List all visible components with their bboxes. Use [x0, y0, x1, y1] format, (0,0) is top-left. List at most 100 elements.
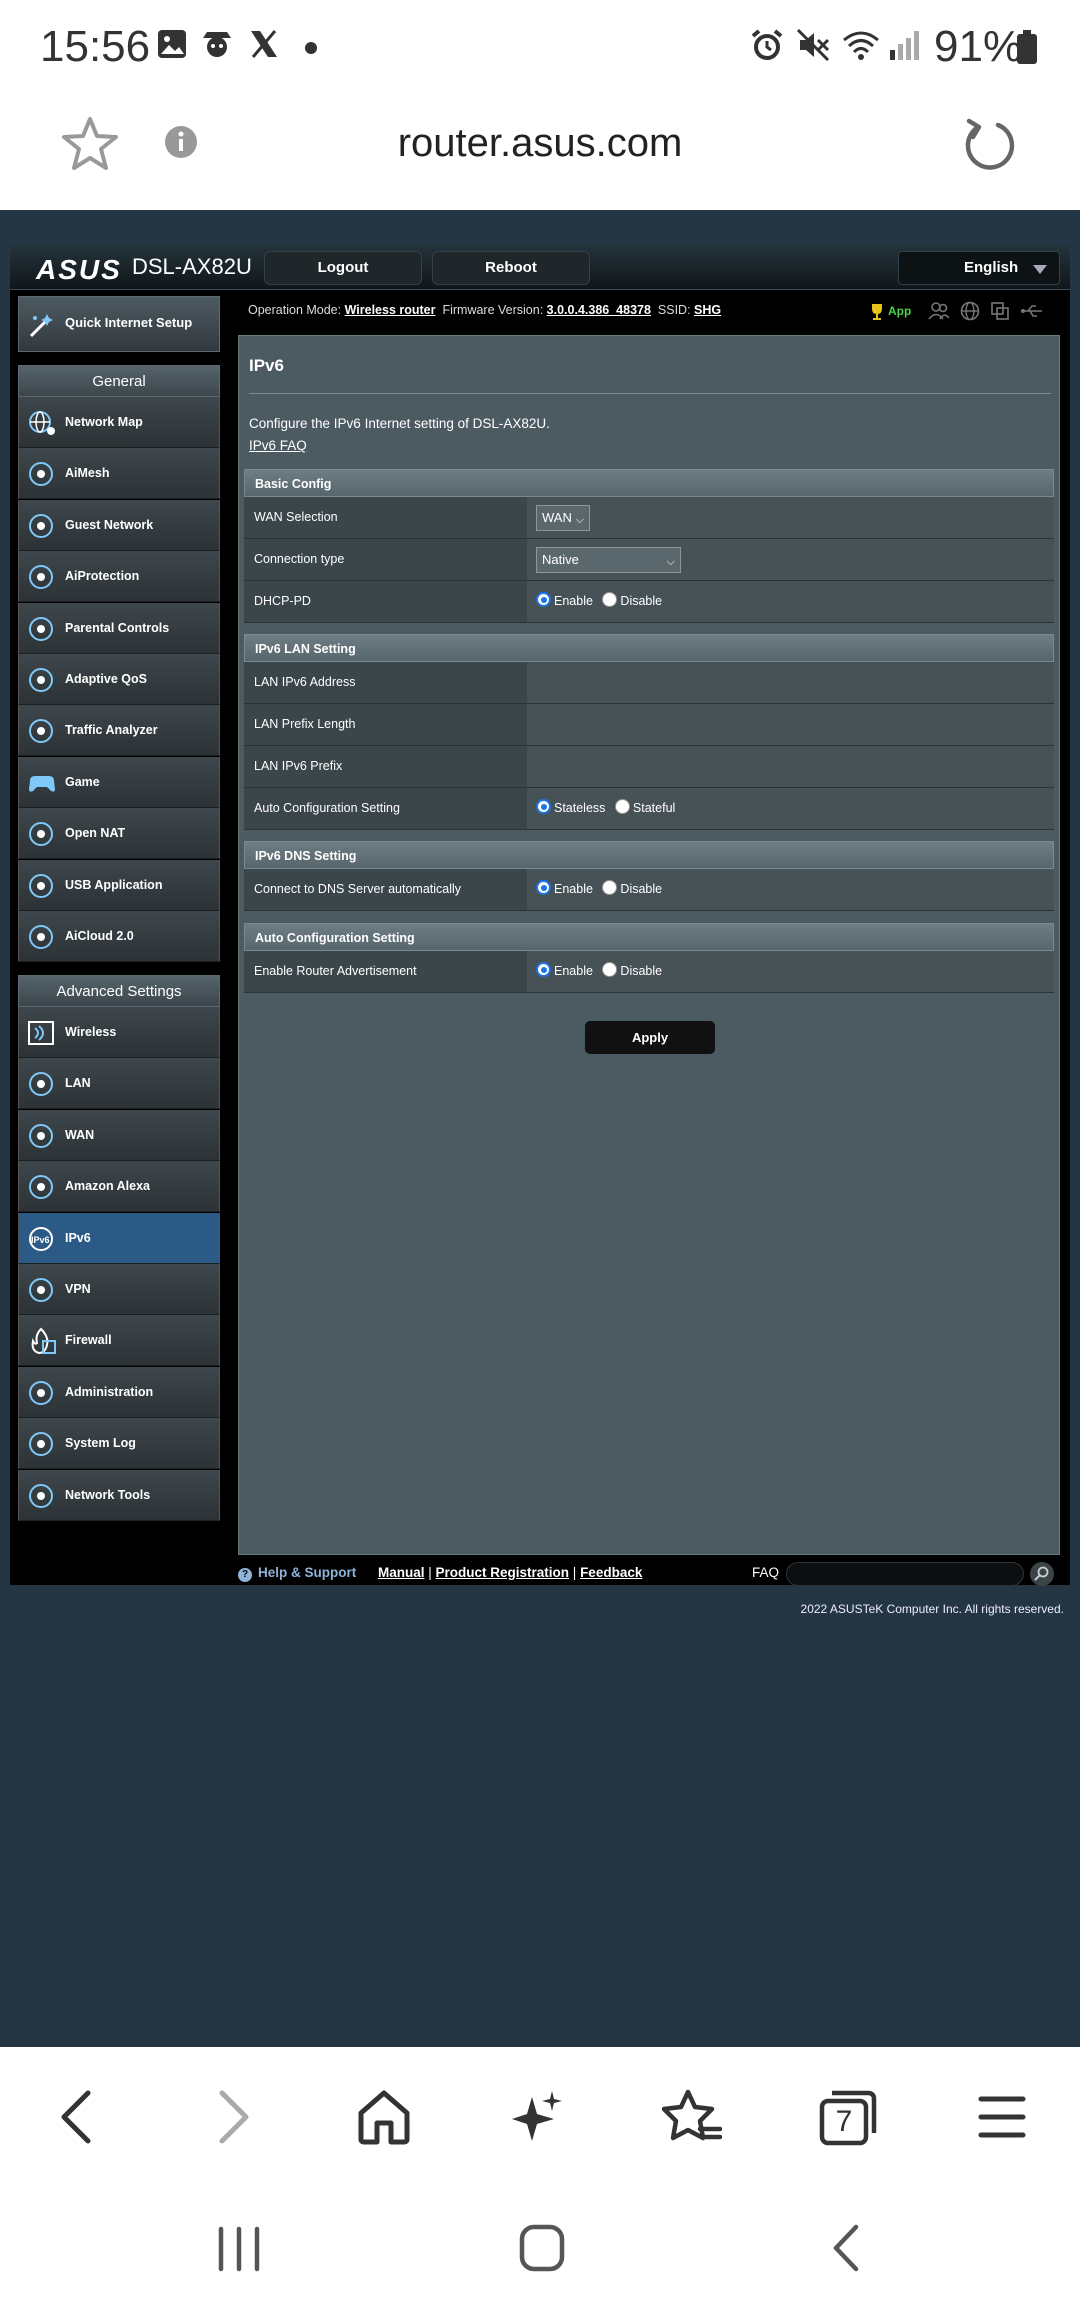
router-adv-enable-radio[interactable] — [536, 962, 551, 977]
usb-application-icon — [27, 872, 57, 900]
dhcp-pd-disable-radio[interactable] — [602, 592, 618, 607]
sidebar-item-network-tools[interactable]: Network Tools — [18, 1469, 220, 1521]
sidebar-item-usb-application[interactable]: USB Application — [18, 859, 220, 911]
faq-search-input[interactable] — [786, 1562, 1024, 1586]
home-icon[interactable] — [356, 2087, 412, 2147]
dhcp-pd-enable-radio[interactable] — [536, 592, 551, 607]
connection-type-select[interactable]: Native ⌵ — [536, 546, 681, 573]
x-app-icon — [248, 28, 280, 60]
sidebar-item-firewall[interactable]: Firewall — [18, 1315, 220, 1367]
sidebar-item-administration[interactable]: Administration — [18, 1366, 220, 1418]
title-divider — [249, 393, 1051, 394]
sidebar-item-label: Network Tools — [65, 1487, 151, 1502]
app-link[interactable]: App — [888, 304, 911, 318]
connection-type-label: Connection type — [244, 539, 527, 580]
enable-label: Enable — [554, 882, 593, 896]
internet-globe-icon[interactable] — [960, 301, 980, 321]
sidebar-item-aiprotection[interactable]: AiProtection — [18, 551, 220, 603]
sidebar-item-system-log[interactable]: System Log — [18, 1418, 220, 1470]
stateless-radio[interactable] — [536, 799, 551, 814]
firmware-label: Firmware Version: — [442, 303, 544, 317]
sidebar-item-traffic-analyzer[interactable]: Traffic Analyzer — [18, 705, 220, 757]
sidebar-item-parental-controls[interactable]: Parental Controls — [18, 602, 220, 654]
sidebar-item-label: Adaptive QoS — [65, 672, 147, 686]
sidebar-item-vpn[interactable]: VPN — [18, 1264, 220, 1315]
aimesh-status-icon[interactable] — [990, 301, 1010, 321]
sidebar-item-open-nat[interactable]: Open NAT — [18, 808, 220, 860]
sidebar-item-wireless[interactable]: Wireless — [18, 1007, 220, 1058]
router-footer: ? Help & Support Manual | Product Registr… — [238, 1557, 1060, 1587]
sidebar-item-label: AiMesh — [65, 466, 110, 481]
asus-logo: ASUS — [36, 254, 122, 285]
home-nav-icon[interactable] — [518, 2222, 566, 2274]
sidebar-item-wan[interactable]: WAN — [18, 1109, 220, 1161]
router-advertisement-label: Enable Router Advertisement — [244, 951, 527, 992]
disable-label: Disable — [620, 964, 663, 978]
alexa-icon — [27, 1173, 57, 1201]
manual-link[interactable]: Manual — [378, 1565, 425, 1580]
wan-selection-value: WAN — [542, 509, 572, 525]
sidebar-item-label: USB Application — [65, 877, 163, 892]
recent-apps-icon[interactable] — [216, 2224, 262, 2274]
lan-ipv6-prefix-row: LAN IPv6 Prefix — [244, 746, 1054, 788]
alarm-icon — [750, 28, 784, 62]
aiprotection-icon — [27, 563, 57, 591]
wan-selection-select[interactable]: WAN ⌵ — [536, 504, 590, 531]
quick-setup-label: Quick Internet Setup — [65, 315, 193, 330]
back-icon[interactable] — [52, 2087, 102, 2147]
sidebar-item-adaptive-qos[interactable]: Adaptive QoS — [18, 654, 220, 705]
quick-internet-setup-button[interactable]: Quick Internet Setup — [18, 296, 220, 352]
ai-sparkle-icon[interactable] — [510, 2087, 566, 2147]
bookmarks-icon[interactable] — [662, 2087, 722, 2147]
open-nat-icon — [27, 820, 57, 848]
usb-icon[interactable] — [1020, 303, 1044, 319]
stateful-radio[interactable] — [614, 799, 630, 814]
sidebar-item-aimesh[interactable]: AiMesh — [18, 448, 220, 500]
ipv6-faq-link[interactable]: IPv6 FAQ — [249, 438, 307, 453]
app-trophy-icon[interactable] — [870, 303, 884, 321]
sidebar-item-guest-network[interactable]: Guest Network — [18, 499, 220, 551]
url-text[interactable]: router.asus.com — [0, 121, 1080, 166]
dns-auto-enable-radio[interactable] — [536, 880, 551, 895]
sidebar-item-label: IPv6 — [65, 1230, 91, 1245]
operation-mode-link[interactable]: Wireless router — [345, 303, 436, 317]
lan-ipv6-address-row: LAN IPv6 Address — [244, 662, 1054, 704]
help-support-link[interactable]: ? Help & Support — [238, 1565, 356, 1582]
lan-prefix-length-row: LAN Prefix Length — [244, 704, 1054, 746]
lan-ipv6-prefix-label: LAN IPv6 Prefix — [244, 746, 527, 787]
feedback-link[interactable]: Feedback — [580, 1565, 642, 1580]
language-select[interactable]: English — [898, 251, 1060, 285]
sidebar-item-aicloud-2-0[interactable]: AiCloud 2.0 — [18, 911, 220, 962]
dns-auto-disable-radio[interactable] — [602, 880, 618, 895]
mute-icon — [796, 28, 830, 62]
adaptive-qos-icon — [27, 666, 57, 694]
back-nav-icon[interactable] — [826, 2222, 866, 2274]
reboot-button[interactable]: Reboot — [432, 251, 590, 285]
menu-icon[interactable] — [978, 2087, 1026, 2147]
traffic-analyzer-icon — [27, 717, 57, 745]
sidebar-item-network-map[interactable]: Network Map — [18, 397, 220, 448]
product-registration-link[interactable]: Product Registration — [436, 1565, 570, 1580]
sidebar-item-ipv6[interactable]: IPv6 IPv6 — [18, 1212, 220, 1264]
tabs-icon[interactable]: 7 — [818, 2087, 878, 2147]
clients-icon[interactable] — [928, 301, 950, 321]
sidebar-item-label: Administration — [65, 1384, 154, 1399]
faq-search-button[interactable] — [1030, 1562, 1054, 1586]
network-map-icon — [27, 409, 57, 437]
firmware-link[interactable]: 3.0.0.4.386_48378 — [547, 303, 651, 317]
router-adv-disable-radio[interactable] — [602, 962, 618, 977]
sidebar-item-lan[interactable]: LAN — [18, 1058, 220, 1110]
sidebar-item-label: Parental Controls — [65, 620, 170, 635]
forward-icon[interactable] — [208, 2087, 258, 2147]
logout-button[interactable]: Logout — [264, 251, 422, 285]
sidebar-item-amazon-alexa[interactable]: Amazon Alexa — [18, 1161, 220, 1213]
ipv6-icon: IPv6 — [27, 1225, 57, 1253]
network-tools-icon — [27, 1482, 57, 1510]
sidebar-item-game[interactable]: Game — [18, 756, 220, 808]
ssid-link[interactable]: SHG — [694, 303, 721, 317]
reload-icon[interactable] — [958, 115, 1018, 175]
app-notification-icon — [200, 28, 234, 60]
aicloud-icon — [27, 923, 57, 951]
basic-config-heading: Basic Config — [244, 469, 1054, 497]
apply-button[interactable]: Apply — [584, 1020, 716, 1055]
